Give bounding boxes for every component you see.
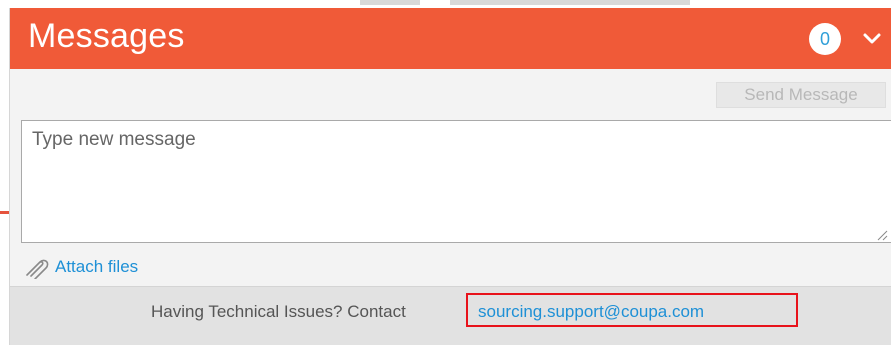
highlight-annotation-box bbox=[466, 293, 798, 327]
background-page-fragment bbox=[0, 211, 9, 214]
resize-handle-icon[interactable] bbox=[876, 229, 888, 241]
screenshot-stage: Messages 0 Send Message Attach files Hav… bbox=[0, 0, 891, 345]
new-message-input[interactable] bbox=[21, 120, 891, 243]
background-page-fragment bbox=[0, 0, 891, 8]
attach-files-link[interactable]: Attach files bbox=[21, 255, 138, 279]
panel-title: Messages bbox=[28, 17, 185, 55]
messages-header: Messages 0 bbox=[10, 8, 891, 69]
send-message-button[interactable]: Send Message bbox=[716, 82, 886, 108]
chevron-down-icon[interactable] bbox=[862, 28, 882, 48]
paperclip-icon bbox=[26, 259, 49, 279]
unread-count-badge: 0 bbox=[809, 23, 841, 55]
support-text: Having Technical Issues? Contact bbox=[151, 302, 406, 321]
attach-files-label: Attach files bbox=[55, 257, 139, 276]
